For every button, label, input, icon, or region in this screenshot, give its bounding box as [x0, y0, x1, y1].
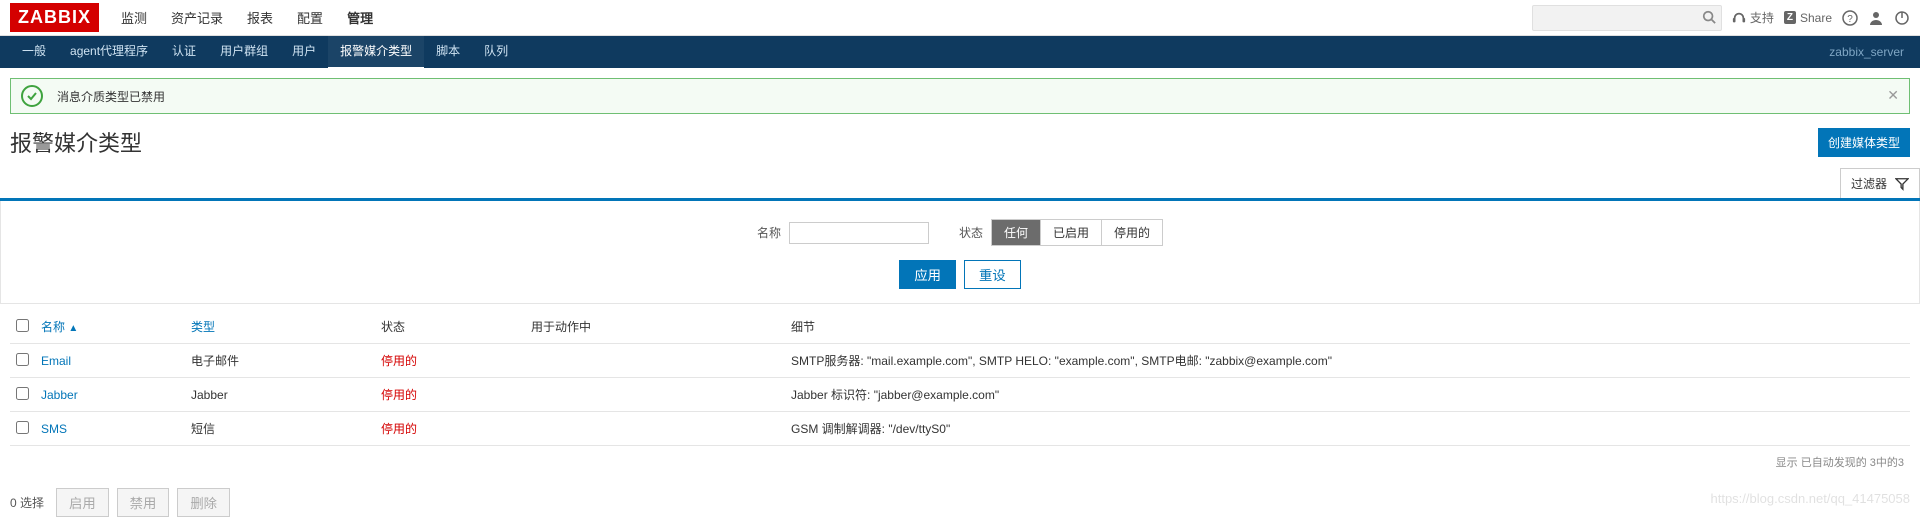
- col-name[interactable]: 名称 ▲: [41, 320, 78, 334]
- row-status-link[interactable]: 停用的: [381, 354, 417, 368]
- table-info: 显示 已自动发现的 3中的3: [0, 446, 1920, 478]
- row-used-in: [525, 378, 785, 412]
- user-icon[interactable]: [1868, 10, 1884, 26]
- table-row: Jabber Jabber 停用的 Jabber 标识符: "jabber@examp…: [10, 378, 1910, 412]
- row-used-in: [525, 344, 785, 378]
- delete-button[interactable]: 删除: [177, 488, 230, 517]
- success-check-icon: [21, 85, 43, 107]
- filter-fields: 名称 状态 任何 已启用 停用的: [1, 219, 1919, 246]
- search-box: [1532, 5, 1722, 31]
- row-name-link[interactable]: Email: [41, 354, 71, 368]
- col-details: 细节: [785, 310, 1910, 344]
- server-label: zabbix_server: [1829, 45, 1910, 59]
- filter-status-field: 状态 任何 已启用 停用的: [959, 219, 1163, 246]
- row-name-link[interactable]: Jabber: [41, 388, 78, 402]
- sub-menu-proxies[interactable]: agent代理程序: [58, 34, 160, 70]
- status-opt-any[interactable]: 任何: [992, 220, 1041, 245]
- filter-status-label: 状态: [959, 224, 983, 241]
- row-name-link[interactable]: SMS: [41, 422, 67, 436]
- sub-menu-general[interactable]: 一般: [10, 34, 58, 70]
- logo[interactable]: ZABBIX: [10, 3, 99, 32]
- main-menu-admin[interactable]: 管理: [335, 0, 385, 37]
- apply-button[interactable]: 应用: [899, 260, 956, 289]
- row-checkbox[interactable]: [16, 421, 29, 434]
- sub-menu: 一般 agent代理程序 认证 用户群组 用户 报警媒介类型 脚本 队列: [10, 34, 520, 70]
- row-type: Jabber: [185, 378, 375, 412]
- sub-menu-usergroups[interactable]: 用户群组: [208, 34, 280, 70]
- filter-name-field: 名称: [757, 222, 929, 244]
- sub-menu-scripts[interactable]: 脚本: [424, 34, 472, 70]
- status-opt-enabled[interactable]: 已启用: [1041, 220, 1102, 245]
- row-checkbox[interactable]: [16, 387, 29, 400]
- disable-button[interactable]: 禁用: [117, 488, 170, 517]
- filter-panel: 名称 状态 任何 已启用 停用的 应用 重设: [0, 201, 1920, 304]
- sub-menu-auth[interactable]: 认证: [160, 34, 208, 70]
- close-icon[interactable]: ✕: [1887, 87, 1899, 104]
- support-link[interactable]: 支持: [1732, 9, 1774, 26]
- filter-tab[interactable]: 过滤器: [1840, 168, 1920, 198]
- row-checkbox[interactable]: [16, 353, 29, 366]
- row-status-link[interactable]: 停用的: [381, 422, 417, 436]
- table-row: SMS 短信停用的 GSM 调制解调器: "/dev/ttyS0": [10, 412, 1910, 446]
- success-message: 消息介质类型已禁用 ✕: [10, 78, 1910, 114]
- sub-menu-users[interactable]: 用户: [280, 34, 328, 70]
- support-label: 支持: [1750, 9, 1774, 26]
- message-text: 消息介质类型已禁用: [57, 88, 165, 105]
- sub-menu-mediatypes[interactable]: 报警媒介类型: [328, 34, 424, 70]
- table-header-row: 名称 ▲ 类型 状态 用于动作中 细节: [10, 310, 1910, 344]
- row-details: Jabber 标识符: "jabber@example.com": [785, 378, 1910, 412]
- help-icon[interactable]: ?: [1842, 10, 1858, 26]
- main-menu-monitoring[interactable]: 监测: [109, 0, 159, 37]
- filter-tab-label: 过滤器: [1851, 175, 1887, 192]
- headset-icon: [1732, 11, 1746, 25]
- top-nav-right: 支持 Z Share ?: [1532, 5, 1910, 31]
- status-segmented: 任何 已启用 停用的: [991, 219, 1163, 246]
- sub-nav: 一般 agent代理程序 认证 用户群组 用户 报警媒介类型 脚本 队列 zab…: [0, 36, 1920, 68]
- row-status-link[interactable]: 停用的: [381, 388, 417, 402]
- sort-asc-icon: ▲: [68, 323, 78, 334]
- select-all-checkbox[interactable]: [16, 319, 29, 332]
- main-menu-reports[interactable]: 报表: [235, 0, 285, 37]
- enable-button[interactable]: 启用: [56, 488, 109, 517]
- svg-text:?: ?: [1847, 14, 1853, 25]
- status-opt-disabled[interactable]: 停用的: [1102, 220, 1162, 245]
- filter-tab-row: 过滤器: [0, 168, 1920, 201]
- row-type: 电子邮件: [185, 344, 375, 378]
- filter-name-input[interactable]: [789, 222, 929, 244]
- search-icon[interactable]: [1702, 10, 1716, 24]
- top-nav-left: ZABBIX 监测 资产记录 报表 配置 管理: [10, 0, 385, 37]
- power-icon[interactable]: [1894, 10, 1910, 26]
- search-input[interactable]: [1532, 5, 1722, 31]
- row-used-in: [525, 412, 785, 446]
- share-label: Share: [1800, 11, 1832, 25]
- filter-name-label: 名称: [757, 224, 781, 241]
- main-menu-inventory[interactable]: 资产记录: [159, 0, 235, 37]
- filter-icon: [1895, 177, 1909, 191]
- share-link[interactable]: Z Share: [1784, 11, 1832, 25]
- col-used-in: 用于动作中: [525, 310, 785, 344]
- table-row: Email 电子邮件停用的 SMTP服务器: "mail.example.com",…: [10, 344, 1910, 378]
- watermark: https://blog.csdn.net/qq_41475058: [1711, 491, 1911, 506]
- media-types-table: 名称 ▲ 类型 状态 用于动作中 细节 Email电子邮件停用的SMTP服务器:…: [10, 310, 1910, 446]
- row-details: GSM 调制解调器: "/dev/ttyS0": [785, 412, 1910, 446]
- create-media-type-button[interactable]: 创建媒体类型: [1818, 128, 1910, 157]
- col-type[interactable]: 类型: [191, 320, 215, 334]
- bottom-actions: 0 选择 启用 禁用 删除: [0, 478, 1920, 527]
- filter-actions: 应用 重设: [1, 260, 1919, 289]
- main-menu: 监测 资产记录 报表 配置 管理: [109, 0, 385, 37]
- col-status: 状态: [375, 310, 525, 344]
- top-nav: ZABBIX 监测 资产记录 报表 配置 管理 支持 Z Share ?: [0, 0, 1920, 36]
- reset-button[interactable]: 重设: [964, 260, 1021, 289]
- row-details: SMTP服务器: "mail.example.com", SMTP HELO: …: [785, 344, 1910, 378]
- sub-menu-queue[interactable]: 队列: [472, 34, 520, 70]
- page-title: 报警媒介类型: [10, 126, 142, 158]
- message-wrap: 消息介质类型已禁用 ✕: [0, 68, 1920, 124]
- page-header: 报警媒介类型 创建媒体类型: [0, 124, 1920, 168]
- row-type: 短信: [185, 412, 375, 446]
- main-menu-config[interactable]: 配置: [285, 0, 335, 37]
- selected-count: 0 选择: [10, 494, 44, 511]
- share-z-icon: Z: [1784, 11, 1796, 24]
- col-name-label: 名称: [41, 320, 65, 334]
